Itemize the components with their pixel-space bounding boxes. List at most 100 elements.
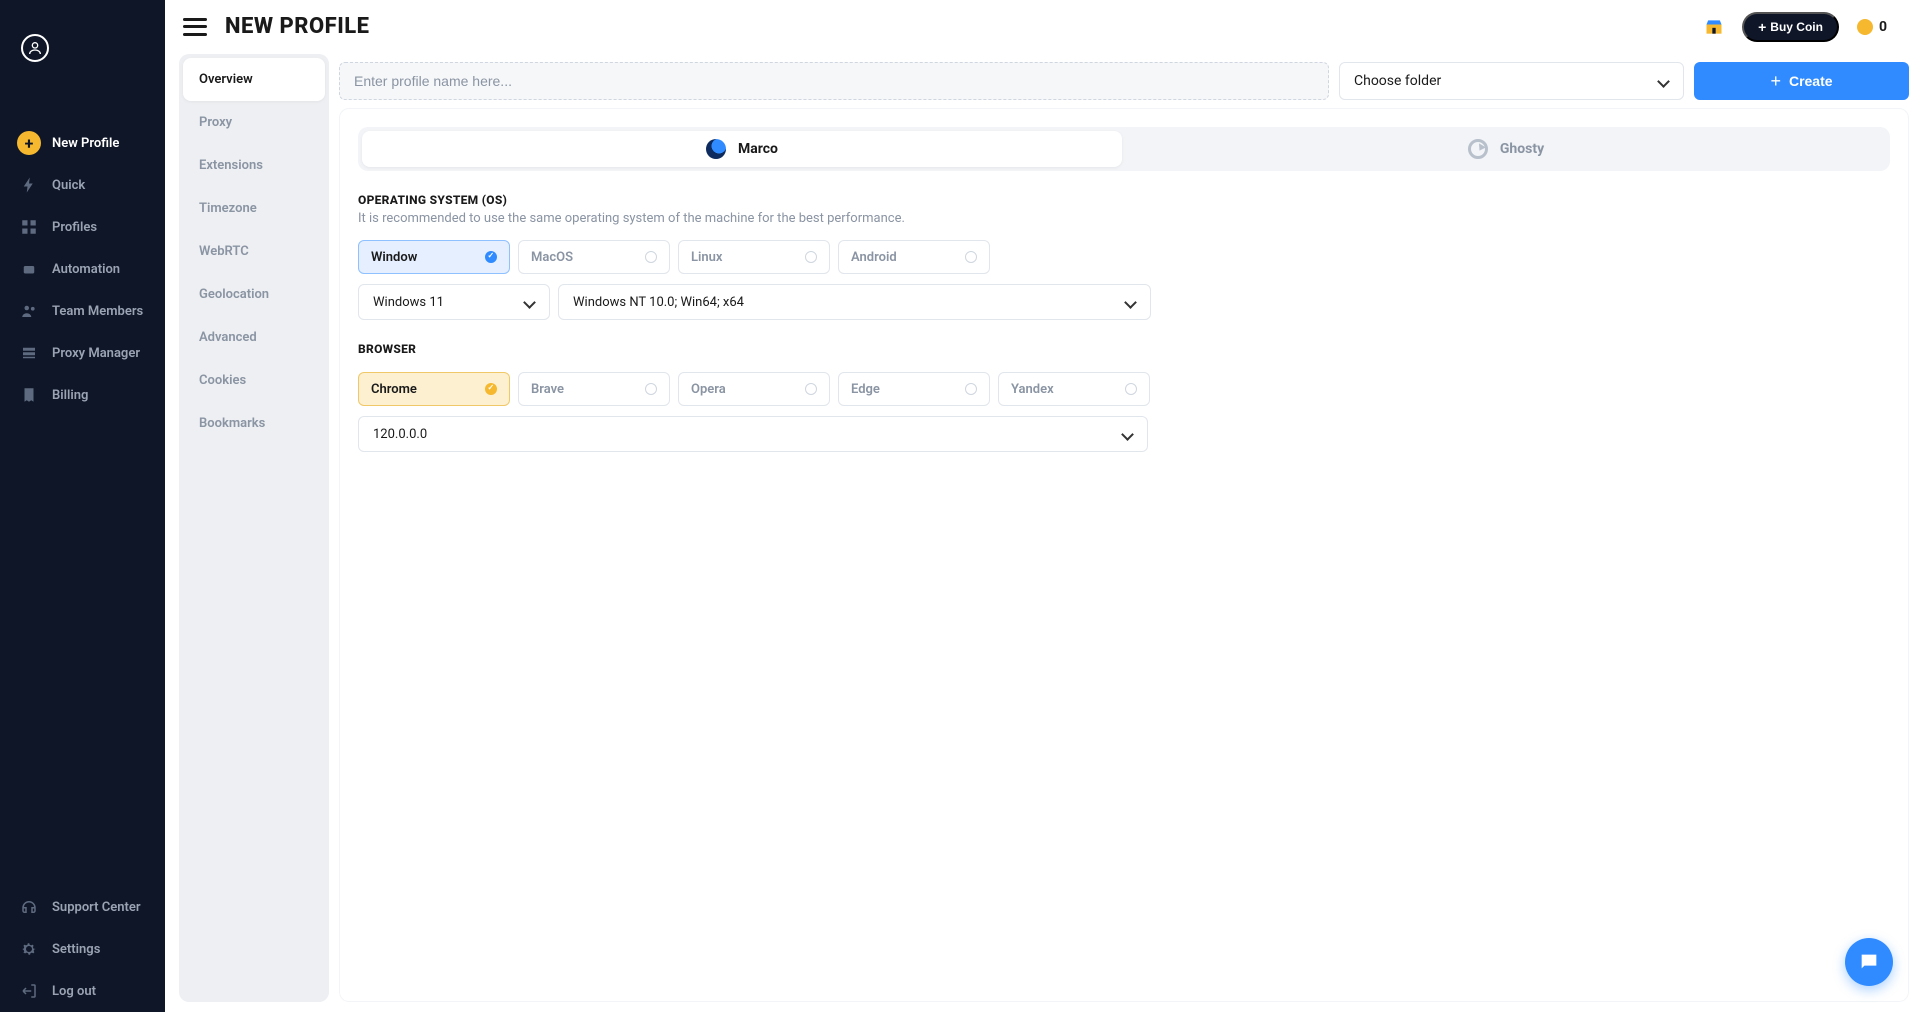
radio-empty-icon	[645, 251, 657, 263]
radio-empty-icon	[1125, 383, 1137, 395]
tab-geolocation[interactable]: Geolocation	[183, 273, 325, 316]
plus-circle-icon: +	[17, 131, 41, 155]
browser-brave[interactable]: Brave	[518, 372, 670, 406]
topbar: NEW PROFILE +Buy Coin 0	[165, 0, 1919, 54]
chevron-down-icon	[1657, 75, 1669, 87]
nav-support[interactable]: Support Center	[0, 886, 165, 928]
mode-marco[interactable]: Marco	[362, 131, 1122, 167]
browser-detail-row: 120.0.0.0	[358, 416, 1890, 452]
nav-settings[interactable]: Settings	[0, 928, 165, 970]
chip-label: Chrome	[371, 382, 417, 397]
radio-empty-icon	[645, 383, 657, 395]
os-window[interactable]: Window	[358, 240, 510, 274]
create-button[interactable]: + Create	[1694, 62, 1909, 100]
panel-header-row: Choose folder + Create	[339, 54, 1909, 108]
check-circle-icon	[485, 383, 497, 395]
receipt-icon	[20, 386, 38, 404]
users-icon	[20, 302, 38, 320]
folder-select[interactable]: Choose folder	[1339, 62, 1684, 100]
os-version-select[interactable]: Windows 11	[358, 284, 550, 320]
settings-tabs: Overview Proxy Extensions Timezone WebRT…	[179, 54, 329, 1002]
select-value: Windows 11	[373, 295, 444, 310]
browser-chrome[interactable]: Chrome	[358, 372, 510, 406]
radio-empty-icon	[965, 251, 977, 263]
tab-timezone[interactable]: Timezone	[183, 187, 325, 230]
radio-empty-icon	[805, 251, 817, 263]
os-android[interactable]: Android	[838, 240, 990, 274]
chip-label: MacOS	[531, 250, 573, 265]
check-circle-icon	[485, 251, 497, 263]
os-options: Window MacOS Linux Android	[358, 240, 1890, 274]
avatar-icon[interactable]	[21, 34, 49, 62]
tab-advanced[interactable]: Advanced	[183, 316, 325, 359]
chevron-down-icon	[1124, 296, 1136, 308]
nav-label: Billing	[52, 388, 88, 403]
main-panel: Choose folder + Create Marco	[339, 54, 1909, 1002]
marco-icon	[706, 139, 726, 159]
store-icon[interactable]	[1704, 17, 1724, 37]
mode-ghosty[interactable]: Ghosty	[1126, 131, 1886, 167]
select-value: 120.0.0.0	[373, 427, 427, 442]
sidebar-footer: Support Center Settings Log out	[0, 886, 165, 1012]
browser-yandex[interactable]: Yandex	[998, 372, 1150, 406]
nav-proxy-manager[interactable]: Proxy Manager	[0, 332, 165, 374]
nav-label: Proxy Manager	[52, 346, 140, 361]
tab-webrtc[interactable]: WebRTC	[183, 230, 325, 273]
stack-icon	[20, 344, 38, 362]
create-label: Create	[1789, 73, 1833, 89]
dark-sidebar: + New Profile Quick Profiles Automation …	[0, 0, 165, 1012]
os-detail-row: Windows 11 Windows NT 10.0; Win64; x64	[358, 284, 1890, 320]
main-area: NEW PROFILE +Buy Coin 0 Overview Proxy E…	[165, 0, 1919, 1012]
nav-label: Log out	[52, 984, 96, 999]
mode-tabs: Marco Ghosty	[358, 127, 1890, 171]
plus-icon: +	[1770, 71, 1781, 92]
nav-label: Team Members	[52, 304, 143, 319]
profile-name-input[interactable]	[339, 62, 1329, 100]
browser-options: Chrome Brave Opera Edge Yandex	[358, 372, 1890, 406]
chip-label: Window	[371, 250, 417, 265]
coin-icon	[1857, 19, 1873, 35]
tab-overview[interactable]: Overview	[183, 58, 325, 101]
os-ua-select[interactable]: Windows NT 10.0; Win64; x64	[558, 284, 1151, 320]
radio-empty-icon	[965, 383, 977, 395]
nav-label: Profiles	[52, 220, 97, 235]
os-macos[interactable]: MacOS	[518, 240, 670, 274]
coin-balance: 0	[1857, 19, 1887, 35]
chip-label: Brave	[531, 382, 564, 397]
os-linux[interactable]: Linux	[678, 240, 830, 274]
buy-coin-button[interactable]: +Buy Coin	[1742, 12, 1839, 42]
bolt-icon	[20, 176, 38, 194]
chip-label: Yandex	[1011, 382, 1054, 397]
nav-profiles[interactable]: Profiles	[0, 206, 165, 248]
tab-bookmarks[interactable]: Bookmarks	[183, 402, 325, 445]
buy-coin-label: Buy Coin	[1770, 20, 1823, 34]
tab-extensions[interactable]: Extensions	[183, 144, 325, 187]
nav-billing[interactable]: Billing	[0, 374, 165, 416]
nav-new-profile[interactable]: + New Profile	[0, 122, 165, 164]
tab-proxy[interactable]: Proxy	[183, 101, 325, 144]
nav-team[interactable]: Team Members	[0, 290, 165, 332]
browser-edge[interactable]: Edge	[838, 372, 990, 406]
chevron-down-icon	[1121, 428, 1133, 440]
browser-opera[interactable]: Opera	[678, 372, 830, 406]
nav-quick[interactable]: Quick	[0, 164, 165, 206]
nav-label: Settings	[52, 942, 100, 957]
robot-icon	[20, 260, 38, 278]
os-title: OPERATING SYSTEM (OS)	[358, 193, 1890, 207]
chip-label: Opera	[691, 382, 726, 397]
mode-label: Marco	[738, 141, 778, 157]
nav-label: Support Center	[52, 900, 141, 915]
nav-label: Automation	[52, 262, 120, 277]
logout-icon	[20, 982, 38, 1000]
ghosty-icon	[1468, 139, 1488, 159]
nav-label: Quick	[52, 178, 85, 193]
browser-version-select[interactable]: 120.0.0.0	[358, 416, 1148, 452]
headset-icon	[20, 898, 38, 916]
hamburger-icon[interactable]	[183, 18, 207, 36]
chat-bubble-button[interactable]	[1845, 938, 1893, 986]
nav-automation[interactable]: Automation	[0, 248, 165, 290]
sidebar-nav: + New Profile Quick Profiles Automation …	[0, 122, 165, 416]
nav-logout[interactable]: Log out	[0, 970, 165, 1012]
tab-cookies[interactable]: Cookies	[183, 359, 325, 402]
gear-icon	[20, 940, 38, 958]
